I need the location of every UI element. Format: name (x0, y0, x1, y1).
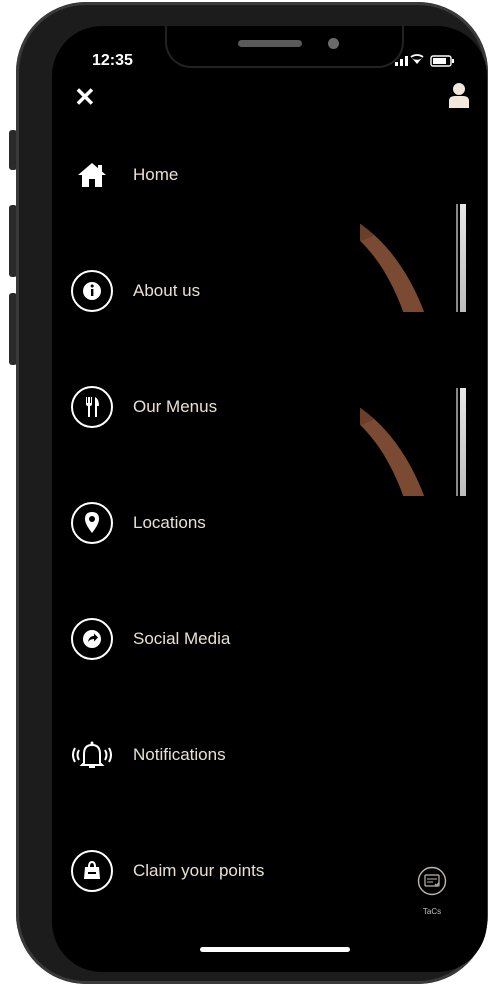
info-icon (70, 269, 114, 313)
phone-frame: 12:35 ✕ Home About us Our Menus Location… (16, 2, 488, 984)
profile-button[interactable] (449, 82, 469, 113)
cutlery-icon (70, 385, 114, 429)
speaker (238, 40, 302, 47)
menu-item-label: Locations (133, 513, 206, 532)
status-icons (395, 53, 457, 70)
menu-item-social-media[interactable]: Social Media (70, 614, 370, 664)
shopping-bag-icon (70, 849, 114, 893)
menu-item-claim-points[interactable]: Claim your points (70, 846, 370, 896)
close-menu-button[interactable]: ✕ (74, 84, 96, 110)
background-image (360, 388, 466, 496)
menu-item-label: About us (133, 281, 201, 300)
share-icon (70, 617, 114, 661)
camera (328, 38, 339, 49)
menu-item-our-menus[interactable]: Our Menus (70, 382, 370, 432)
bell-icon (70, 733, 114, 777)
location-pin-icon (70, 501, 114, 545)
status-time: 12:35 (92, 52, 133, 69)
background-image (360, 204, 466, 312)
menu-item-notifications[interactable]: Notifications (70, 730, 370, 780)
menu-item-locations[interactable]: Locations (70, 498, 370, 548)
user-icon (449, 83, 469, 108)
home-icon (70, 153, 114, 197)
terms-document-icon (417, 866, 447, 896)
menu-item-label: Our Menus (133, 397, 218, 416)
menu-item-home[interactable]: Home (70, 150, 370, 200)
menu-item-label: Claim your points (133, 861, 265, 880)
menu-item-about-us[interactable]: About us (70, 266, 370, 316)
terms-label: TaCs (422, 907, 442, 916)
terms-button[interactable]: TaCs (417, 866, 447, 916)
menu-item-label: Social Media (133, 629, 231, 648)
signal-wifi-battery-icon (395, 54, 454, 67)
home-indicator[interactable] (200, 947, 350, 952)
app-screen: 12:35 ✕ Home About us Our Menus Location… (52, 26, 487, 972)
menu-item-label: Home (133, 165, 179, 184)
notch (165, 26, 404, 68)
menu-item-label: Notifications (133, 745, 226, 764)
